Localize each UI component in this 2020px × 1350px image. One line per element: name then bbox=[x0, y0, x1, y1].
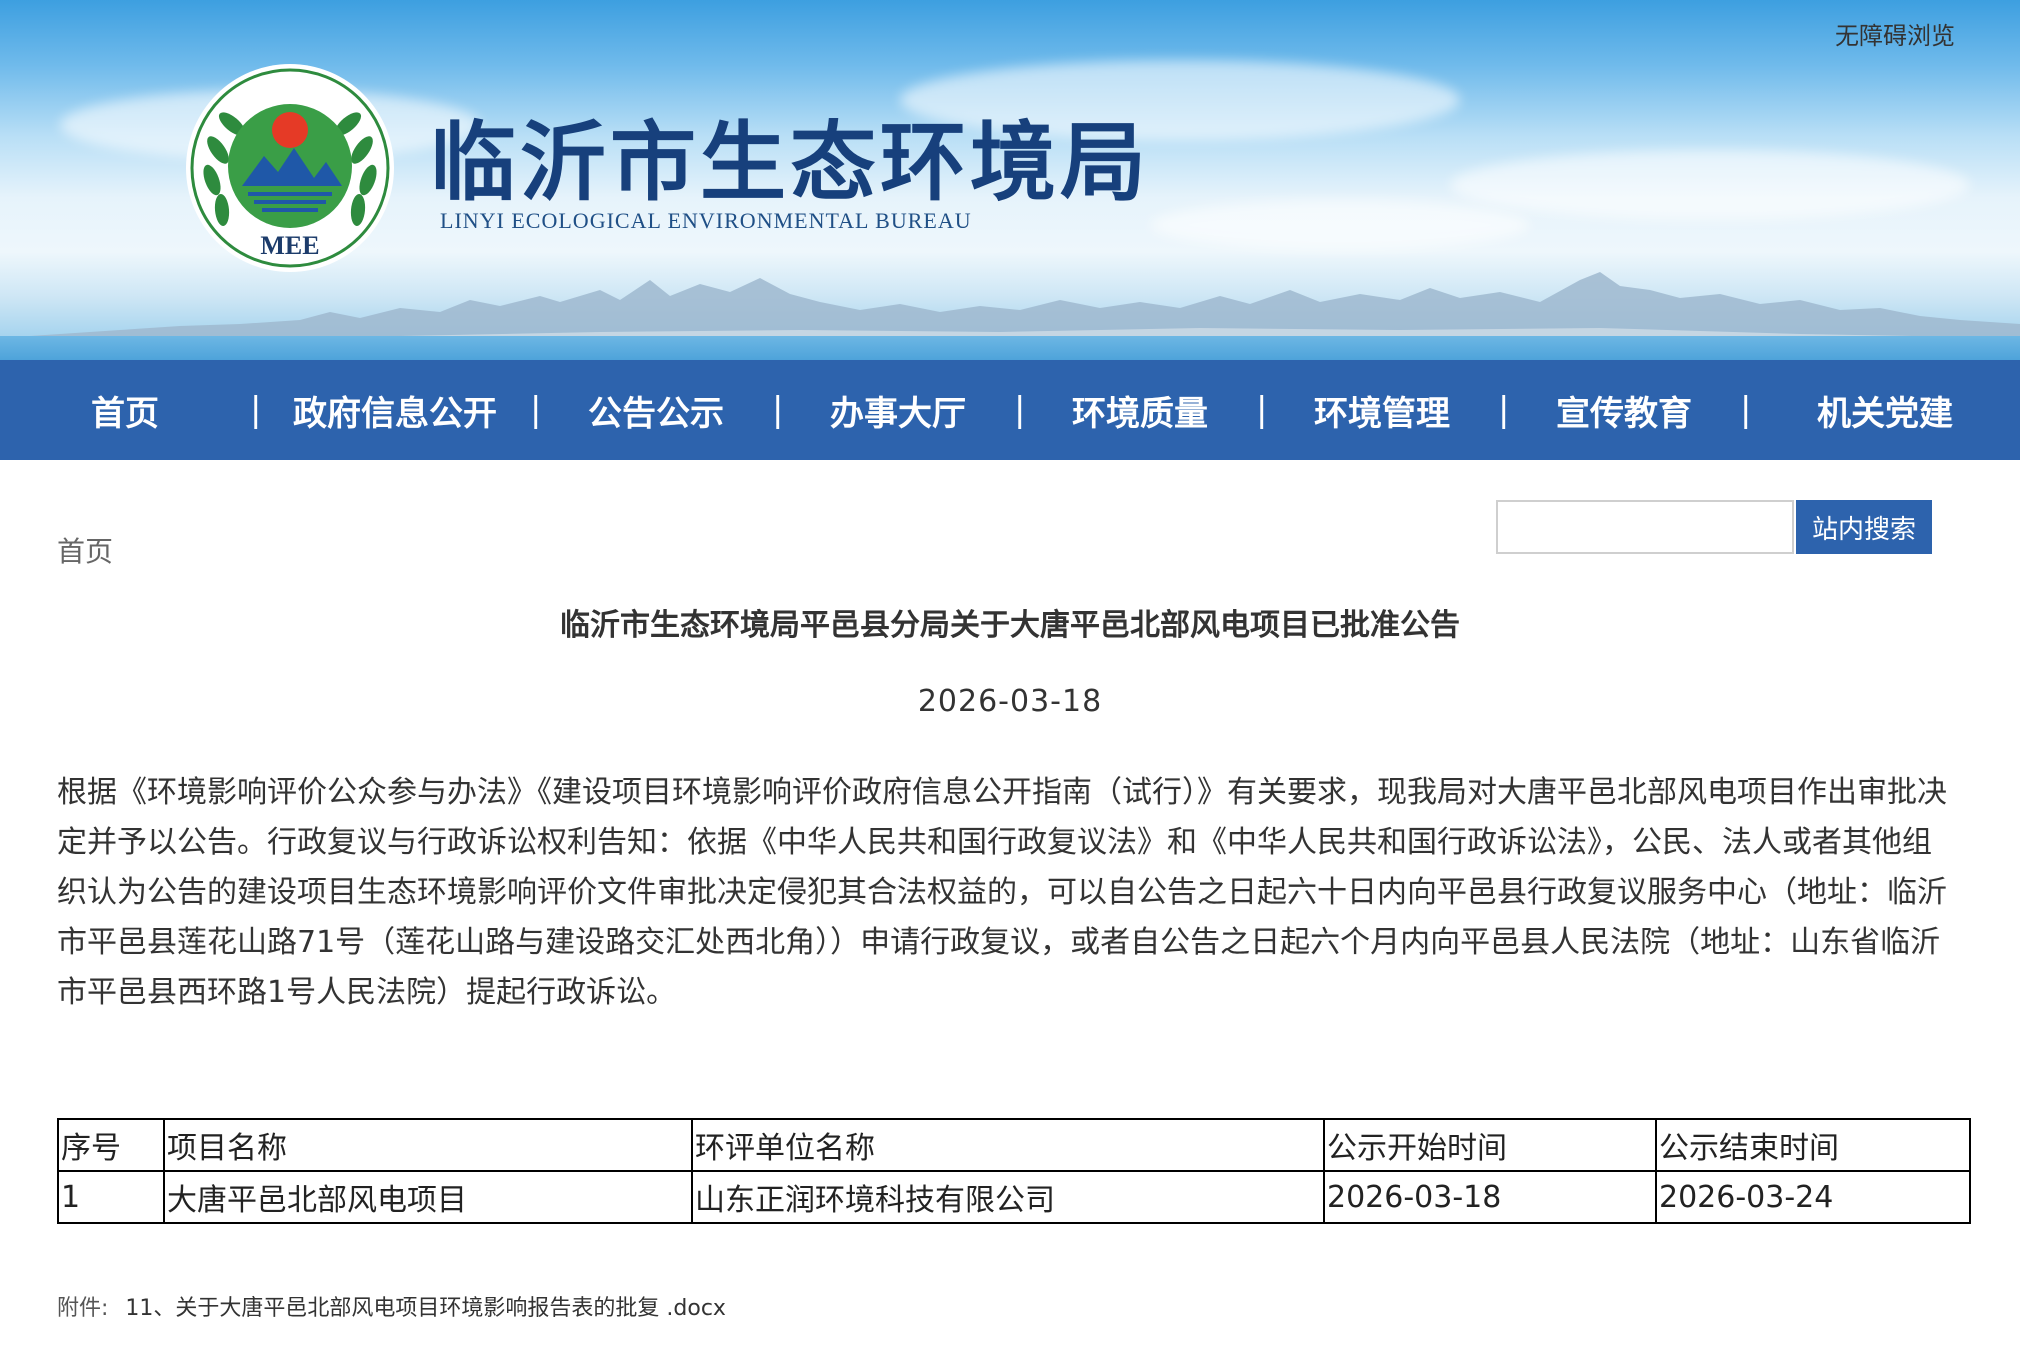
site-banner: 无障碍浏览 MEE 临沂市生态环境局 LINYI ECOLOGICAL ENVI… bbox=[0, 0, 2020, 360]
breadcrumb-home[interactable]: 首页 bbox=[57, 530, 113, 570]
article-date: 2026-03-18 bbox=[917, 684, 1103, 719]
river-water bbox=[0, 336, 2020, 360]
nav-separator: | bbox=[1498, 390, 1510, 430]
article-body: 根据《环境影响评价公众参与办法》《建设项目环境影响评价政府信息公开指南（试行）》… bbox=[57, 775, 1947, 1010]
site-subtitle: LINYI ECOLOGICAL ENVIRONMENTAL BUREAU bbox=[440, 208, 972, 233]
site-title: 临沂市生态环境局 bbox=[430, 112, 1150, 213]
nav-item-env-quality[interactable]: 环境质量 bbox=[1024, 386, 1256, 435]
nav-item-gov-info[interactable]: 政府信息公开 bbox=[260, 386, 530, 435]
attachment-line: 附件: 11、关于大唐平邑北部风电项目环境影响报告表的批复 .docx bbox=[57, 1290, 726, 1322]
project-table: 序号 项目名称 环评单位名称 公示开始时间 公示结束时间 1 大唐平邑北部风电项… bbox=[57, 1118, 1971, 1224]
logo-text: MEE bbox=[260, 231, 319, 260]
table-header-cell: 项目名称 bbox=[163, 1118, 693, 1172]
nav-item-service-hall[interactable]: 办事大厅 bbox=[782, 386, 1014, 435]
mee-logo[interactable]: MEE bbox=[182, 60, 398, 276]
table-header-cell: 序号 bbox=[57, 1118, 165, 1172]
table-row: 1 大唐平邑北部风电项目 山东正润环境科技有限公司 2026-03-18 202… bbox=[57, 1170, 1971, 1224]
nav-item-env-management[interactable]: 环境管理 bbox=[1266, 386, 1498, 435]
table-cell: 山东正润环境科技有限公司 bbox=[691, 1170, 1325, 1224]
nav-separator: | bbox=[1256, 390, 1268, 430]
nav-item-party-building[interactable]: 机关党建 bbox=[1750, 386, 2020, 435]
accessibility-link[interactable]: 无障碍浏览 bbox=[1835, 16, 1955, 51]
nav-separator: | bbox=[250, 390, 262, 430]
nav-separator: | bbox=[1014, 390, 1026, 430]
nav-item-announcements[interactable]: 公告公示 bbox=[540, 386, 772, 435]
table-header-cell: 公示开始时间 bbox=[1323, 1118, 1657, 1172]
attachment-link[interactable]: 11、关于大唐平邑北部风电项目环境影响报告表的批复 .docx bbox=[125, 1296, 726, 1321]
attachment-label: 附件: bbox=[57, 1296, 109, 1321]
nav-item-home[interactable]: 首页 bbox=[0, 386, 250, 435]
main-nav: 首页 | 政府信息公开 | 公告公示 | 办事大厅 | 环境质量 | 环境管理 … bbox=[0, 360, 2020, 460]
article-title: 临沂市生态环境局平邑县分局关于大唐平邑北部风电项目已批准公告 bbox=[560, 608, 1460, 643]
nav-separator: | bbox=[530, 390, 542, 430]
table-cell: 2026-03-24 bbox=[1655, 1170, 1971, 1224]
nav-separator: | bbox=[1740, 390, 1752, 430]
search-input[interactable] bbox=[1496, 500, 1794, 554]
table-header-cell: 公示结束时间 bbox=[1655, 1118, 1971, 1172]
table-cell: 2026-03-18 bbox=[1323, 1170, 1657, 1224]
nav-separator: | bbox=[772, 390, 784, 430]
table-cell: 1 bbox=[57, 1170, 165, 1224]
nav-item-publicity[interactable]: 宣传教育 bbox=[1508, 386, 1740, 435]
cloud-decoration bbox=[1150, 200, 1530, 250]
table-cell: 大唐平邑北部风电项目 bbox=[163, 1170, 693, 1224]
table-header-row: 序号 项目名称 环评单位名称 公示开始时间 公示结束时间 bbox=[57, 1118, 1971, 1172]
cloud-decoration bbox=[1450, 150, 1970, 220]
site-search-button[interactable]: 站内搜索 bbox=[1796, 500, 1932, 554]
table-header-cell: 环评单位名称 bbox=[691, 1118, 1325, 1172]
